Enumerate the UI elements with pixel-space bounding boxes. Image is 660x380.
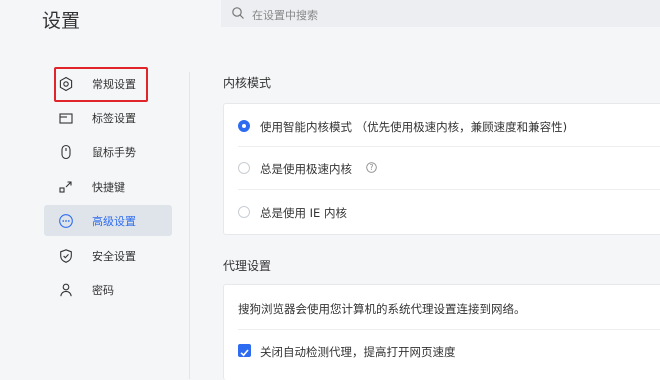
user-icon	[60, 283, 72, 297]
proxy-description-row: 搜狗浏览器会使用您计算机的系统代理设置连接到网络。	[238, 294, 660, 324]
divider	[238, 146, 660, 147]
proxy-autodetect-option[interactable]: 关闭自动检测代理，提高打开网页速度	[238, 337, 660, 367]
kernel-option-label: 使用智能内核模式 （优先使用极速内核，兼顾速度和兼容性)	[260, 120, 568, 134]
sidebar-item-label: 标签设置	[92, 112, 136, 125]
sidebar-item-label: 常规设置	[92, 78, 136, 91]
sidebar-divider	[189, 72, 190, 379]
search-box[interactable]: 在设置中搜索	[221, 0, 660, 27]
shortcut-icon	[59, 181, 72, 193]
checkbox-checked[interactable]	[238, 344, 251, 357]
radio-selected[interactable]	[238, 120, 250, 132]
mouse-icon	[61, 144, 71, 160]
kernel-option-label: 总是使用极速内核	[260, 162, 352, 176]
sidebar-item-password[interactable]: 密码	[44, 274, 172, 305]
sidebar-item-label: 安全设置	[92, 250, 136, 263]
proxy-description: 搜狗浏览器会使用您计算机的系统代理设置连接到网络。	[238, 302, 526, 316]
kernel-options-card: 使用智能内核模式 （优先使用极速内核，兼顾速度和兼容性) 总是使用极速内核 ? …	[223, 103, 660, 235]
proxy-checkbox-label: 关闭自动检测代理，提高打开网页速度	[260, 345, 456, 359]
radio-unselected[interactable]	[238, 206, 250, 218]
top-bar: 设置 在设置中搜索	[0, 0, 660, 44]
proxy-section-title: 代理设置	[223, 259, 272, 273]
sidebar-item-tabs[interactable]: 标签设置	[44, 102, 172, 133]
sidebar-item-general[interactable]: 常规设置	[44, 67, 172, 102]
more-circle-icon	[59, 214, 73, 228]
search-icon	[232, 7, 244, 19]
sidebar-item-label: 密码	[92, 284, 114, 297]
page-title: 设置	[42, 10, 81, 32]
help-icon[interactable]: ?	[366, 162, 377, 173]
kernel-option-speed[interactable]: 总是使用极速内核 ?	[238, 154, 660, 184]
sidebar-item-mouse-gestures[interactable]: 鼠标手势	[44, 136, 172, 167]
check-icon	[240, 349, 249, 357]
sidebar-item-shortcuts[interactable]: 快捷键	[44, 171, 172, 202]
hexagon-settings-icon	[59, 76, 73, 92]
proxy-settings-card: 搜狗浏览器会使用您计算机的系统代理设置连接到网络。 关闭自动检测代理，提高打开网…	[223, 284, 660, 380]
kernel-section-title: 内核模式	[223, 76, 272, 90]
sidebar-item-advanced[interactable]: 高级设置	[44, 205, 172, 236]
kernel-option-ie[interactable]: 总是使用 IE 内核	[238, 198, 660, 228]
sidebar-item-label: 鼠标手势	[92, 146, 136, 159]
sidebar-item-label: 快捷键	[92, 181, 125, 194]
divider	[238, 329, 660, 330]
sidebar-item-label: 高级设置	[92, 215, 136, 228]
sidebar-item-security[interactable]: 安全设置	[44, 240, 172, 271]
radio-unselected[interactable]	[238, 162, 250, 174]
shield-icon	[60, 249, 72, 263]
search-input[interactable]: 在设置中搜索	[252, 7, 318, 23]
kernel-option-label: 总是使用 IE 内核	[260, 206, 347, 220]
divider	[238, 189, 660, 190]
tab-icon	[59, 113, 73, 124]
svg-text:?: ?	[370, 163, 374, 172]
kernel-option-smart[interactable]: 使用智能内核模式 （优先使用极速内核，兼顾速度和兼容性)	[238, 112, 660, 142]
